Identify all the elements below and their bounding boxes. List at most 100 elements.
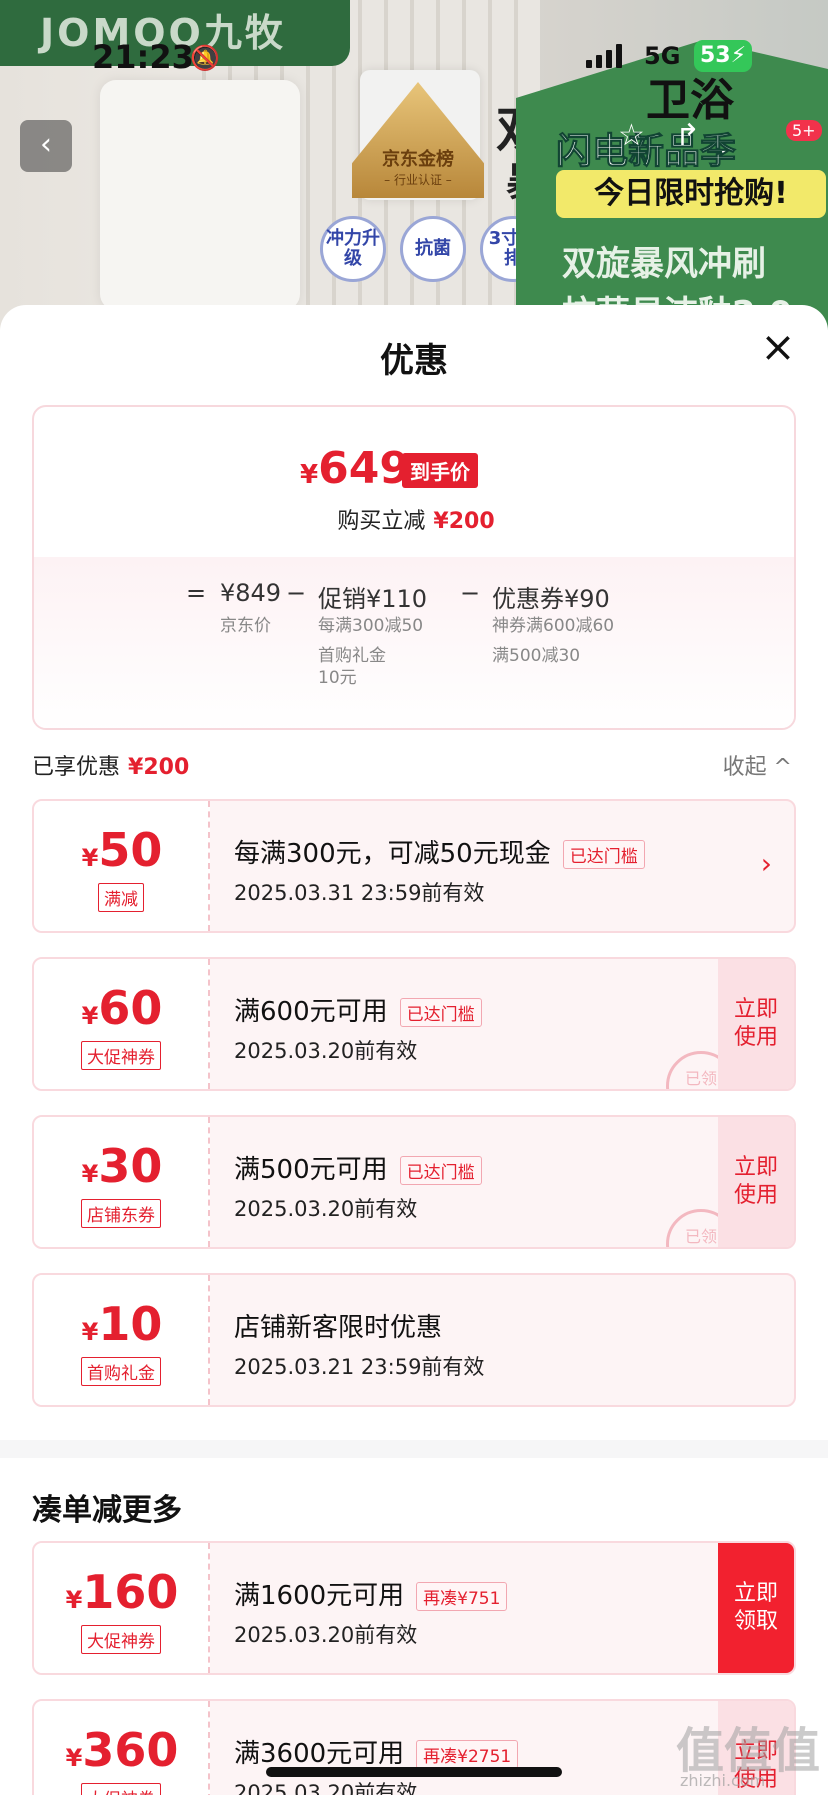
gold-badge-title: 京东金榜 bbox=[382, 149, 454, 170]
use-coupon-button[interactable]: 立即使用 bbox=[718, 959, 794, 1089]
minus-sign: − bbox=[460, 579, 481, 607]
currency-symbol: ¥ bbox=[300, 460, 319, 490]
feature-badges: 冲力升级 抗菌 3寸大排 bbox=[320, 216, 546, 282]
chevron-left-icon: ‹ bbox=[40, 127, 52, 162]
coupon-card[interactable]: ¥50 满减 每满300元，可减50元现金 已达门槛 2025.03.31 23:… bbox=[32, 799, 796, 933]
gold-badge-sub: – 行业认证 – bbox=[384, 173, 452, 187]
enjoyed-discount: 已享优惠 ¥200 bbox=[32, 749, 189, 781]
coupon-kind: 满减 bbox=[98, 883, 144, 912]
price-breakdown: ¥649 到手价 购买立减 ¥200 = ¥849 京东价 − 促销¥110 每满… bbox=[32, 405, 796, 730]
coupon-currency: ¥ bbox=[81, 1002, 99, 1030]
coupon-kind: 首购礼金 bbox=[81, 1357, 161, 1386]
use-coupon-button[interactable]: 立即使用 bbox=[718, 1117, 794, 1247]
message-count-badge: 5+ bbox=[786, 120, 822, 141]
promo-detail-1: 每满300减50 bbox=[318, 616, 424, 636]
coupon-condition: 店铺新客限时优惠 bbox=[234, 1307, 442, 1344]
coupon-value: ¥30 店铺东券 bbox=[34, 1117, 210, 1247]
coupon-currency: ¥ bbox=[81, 844, 99, 872]
claim-coupon-label: 立即领取 bbox=[733, 1581, 778, 1634]
coupon-amount: 10 bbox=[98, 1297, 163, 1351]
enjoyed-value: ¥200 bbox=[128, 755, 190, 780]
coupon-currency: ¥ bbox=[81, 1318, 99, 1346]
coupon-amount: 60 bbox=[98, 981, 163, 1035]
use-coupon-label: 立即使用 bbox=[733, 997, 778, 1050]
promo-feature-1: 双旋暴风冲刷 bbox=[562, 244, 766, 284]
discount-sheet: 优惠 × ¥649 到手价 购买立减 ¥200 = ¥849 京东价 − 促销¥1… bbox=[0, 305, 828, 1795]
coupon-detail-2: 满500减30 bbox=[492, 646, 581, 666]
coupon-threshold-badge: 已达门槛 bbox=[399, 998, 482, 1027]
promo-panel: 卫浴 闪电新品季 今日限时抢购! 双旋暴风冲刷 抗菌易洁釉2.0 bbox=[516, 40, 828, 330]
feature-badge: 冲力升级 bbox=[320, 216, 386, 282]
coupon-condition-text: 店铺新客限时优惠 bbox=[234, 1313, 443, 1343]
final-price-tag: 到手价 bbox=[402, 453, 478, 488]
watermark-sub: zhizhi.com bbox=[680, 1771, 766, 1790]
coupon-card: ¥60 大促神券 满600元可用 已达门槛 2025.03.20前有效 已领 立即… bbox=[32, 957, 796, 1091]
battery-level: 53 bbox=[699, 43, 731, 68]
coupon-condition: 满600元可用 已达门槛 bbox=[234, 991, 482, 1028]
coupon-condition: 满3600元可用 再凑¥2751 bbox=[234, 1733, 519, 1770]
coupon-expiry: 2025.03.20前有效 bbox=[234, 1781, 418, 1795]
coupon-kind: 大促神券 bbox=[81, 1625, 161, 1654]
coupon-value: ¥50 满减 bbox=[34, 801, 210, 931]
signal-icon bbox=[586, 44, 622, 68]
back-button[interactable]: ‹ bbox=[20, 120, 72, 172]
jd-price: ¥849 bbox=[220, 579, 282, 607]
coupon-expiry: 2025.03.20前有效 bbox=[234, 1039, 418, 1063]
close-icon[interactable]: × bbox=[758, 326, 798, 368]
coupon-value: ¥360 大促神券 bbox=[34, 1701, 210, 1795]
coupon-condition: 满500元可用 已达门槛 bbox=[234, 1149, 482, 1186]
more-discount-title: 凑单减更多 bbox=[32, 1493, 182, 1528]
coupon-kind: 店铺东券 bbox=[81, 1199, 161, 1228]
minus-sign: − bbox=[286, 579, 307, 607]
coupon-gap-badge: 再凑¥751 bbox=[416, 1582, 508, 1611]
coupon-currency: ¥ bbox=[81, 1160, 99, 1188]
network-type: 5G bbox=[644, 42, 681, 70]
promo-detail-3: 10元 bbox=[318, 668, 357, 688]
coupon-threshold-badge: 已达门槛 bbox=[399, 1156, 482, 1185]
chevron-right-icon[interactable]: › bbox=[761, 847, 772, 880]
coupon-card: ¥160 大促神券 满1600元可用 再凑¥751 2025.03.20前有效 立… bbox=[32, 1541, 796, 1675]
coupon-amount: 30 bbox=[98, 1139, 163, 1193]
collapse-button[interactable]: 收起 ^ bbox=[723, 749, 792, 781]
final-price: ¥649 bbox=[300, 443, 410, 494]
coupon-currency: ¥ bbox=[65, 1586, 83, 1614]
coupon-amount: 360 bbox=[82, 1723, 179, 1777]
coupon-gap-badge: 再凑¥2751 bbox=[416, 1740, 519, 1769]
final-price-value: 649 bbox=[318, 443, 410, 494]
coupon-condition-text: 满500元可用 bbox=[234, 1155, 388, 1185]
jd-price-label: 京东价 bbox=[220, 616, 271, 636]
coupon-currency: ¥ bbox=[65, 1744, 83, 1772]
bell-muted-icon: 🔕 bbox=[190, 44, 220, 72]
reduce-value: ¥200 bbox=[433, 509, 495, 534]
coupon-expiry: 2025.03.20前有效 bbox=[234, 1197, 418, 1221]
coupon-value: ¥60 大促神券 bbox=[34, 959, 210, 1089]
coupon-detail-1: 神券满600减60 bbox=[492, 616, 615, 636]
feature-badge: 抗菌 bbox=[400, 216, 466, 282]
coupon-value: ¥160 大促神券 bbox=[34, 1543, 210, 1673]
coupon-expiry: 2025.03.31 23:59前有效 bbox=[234, 881, 485, 905]
claim-coupon-button[interactable]: 立即领取 bbox=[718, 1543, 794, 1673]
enjoyed-label: 已享优惠 bbox=[32, 755, 121, 780]
coupon-condition: 每满300元，可减50元现金 已达门槛 bbox=[234, 833, 645, 870]
promo-cta: 今日限时抢购! bbox=[556, 170, 826, 218]
coupon-condition-text: 满1600元可用 bbox=[234, 1581, 405, 1611]
sheet-title: 优惠 bbox=[380, 341, 448, 381]
home-indicator[interactable] bbox=[266, 1767, 562, 1777]
coupon-kind: 大促神券 bbox=[81, 1783, 161, 1795]
star-icon[interactable]: ☆ bbox=[618, 118, 645, 168]
coupon-condition-text: 每满300元，可减50元现金 bbox=[234, 839, 551, 869]
section-divider bbox=[0, 1440, 828, 1458]
promo-amount: 促销¥110 bbox=[318, 585, 428, 613]
equals-sign: = bbox=[186, 579, 207, 607]
coupon-amount: 160 bbox=[82, 1565, 179, 1619]
coupon-card: ¥10 首购礼金 店铺新客限时优惠 2025.03.21 23:59前有效 bbox=[32, 1273, 796, 1407]
calc-row: = ¥849 京东价 − 促销¥110 每满300减50 首购礼金 10元 − … bbox=[34, 557, 794, 728]
use-coupon-label: 立即使用 bbox=[733, 1155, 778, 1208]
status-time: 21:23 bbox=[92, 38, 194, 76]
coupon-kind: 大促神券 bbox=[81, 1041, 161, 1070]
coupon-amount: 50 bbox=[98, 823, 163, 877]
share-icon[interactable]: ↱ bbox=[675, 118, 700, 168]
coupon-expiry: 2025.03.21 23:59前有效 bbox=[234, 1355, 485, 1379]
battery-icon: 53⚡ bbox=[694, 40, 752, 72]
coupon-value: ¥10 首购礼金 bbox=[34, 1275, 210, 1405]
